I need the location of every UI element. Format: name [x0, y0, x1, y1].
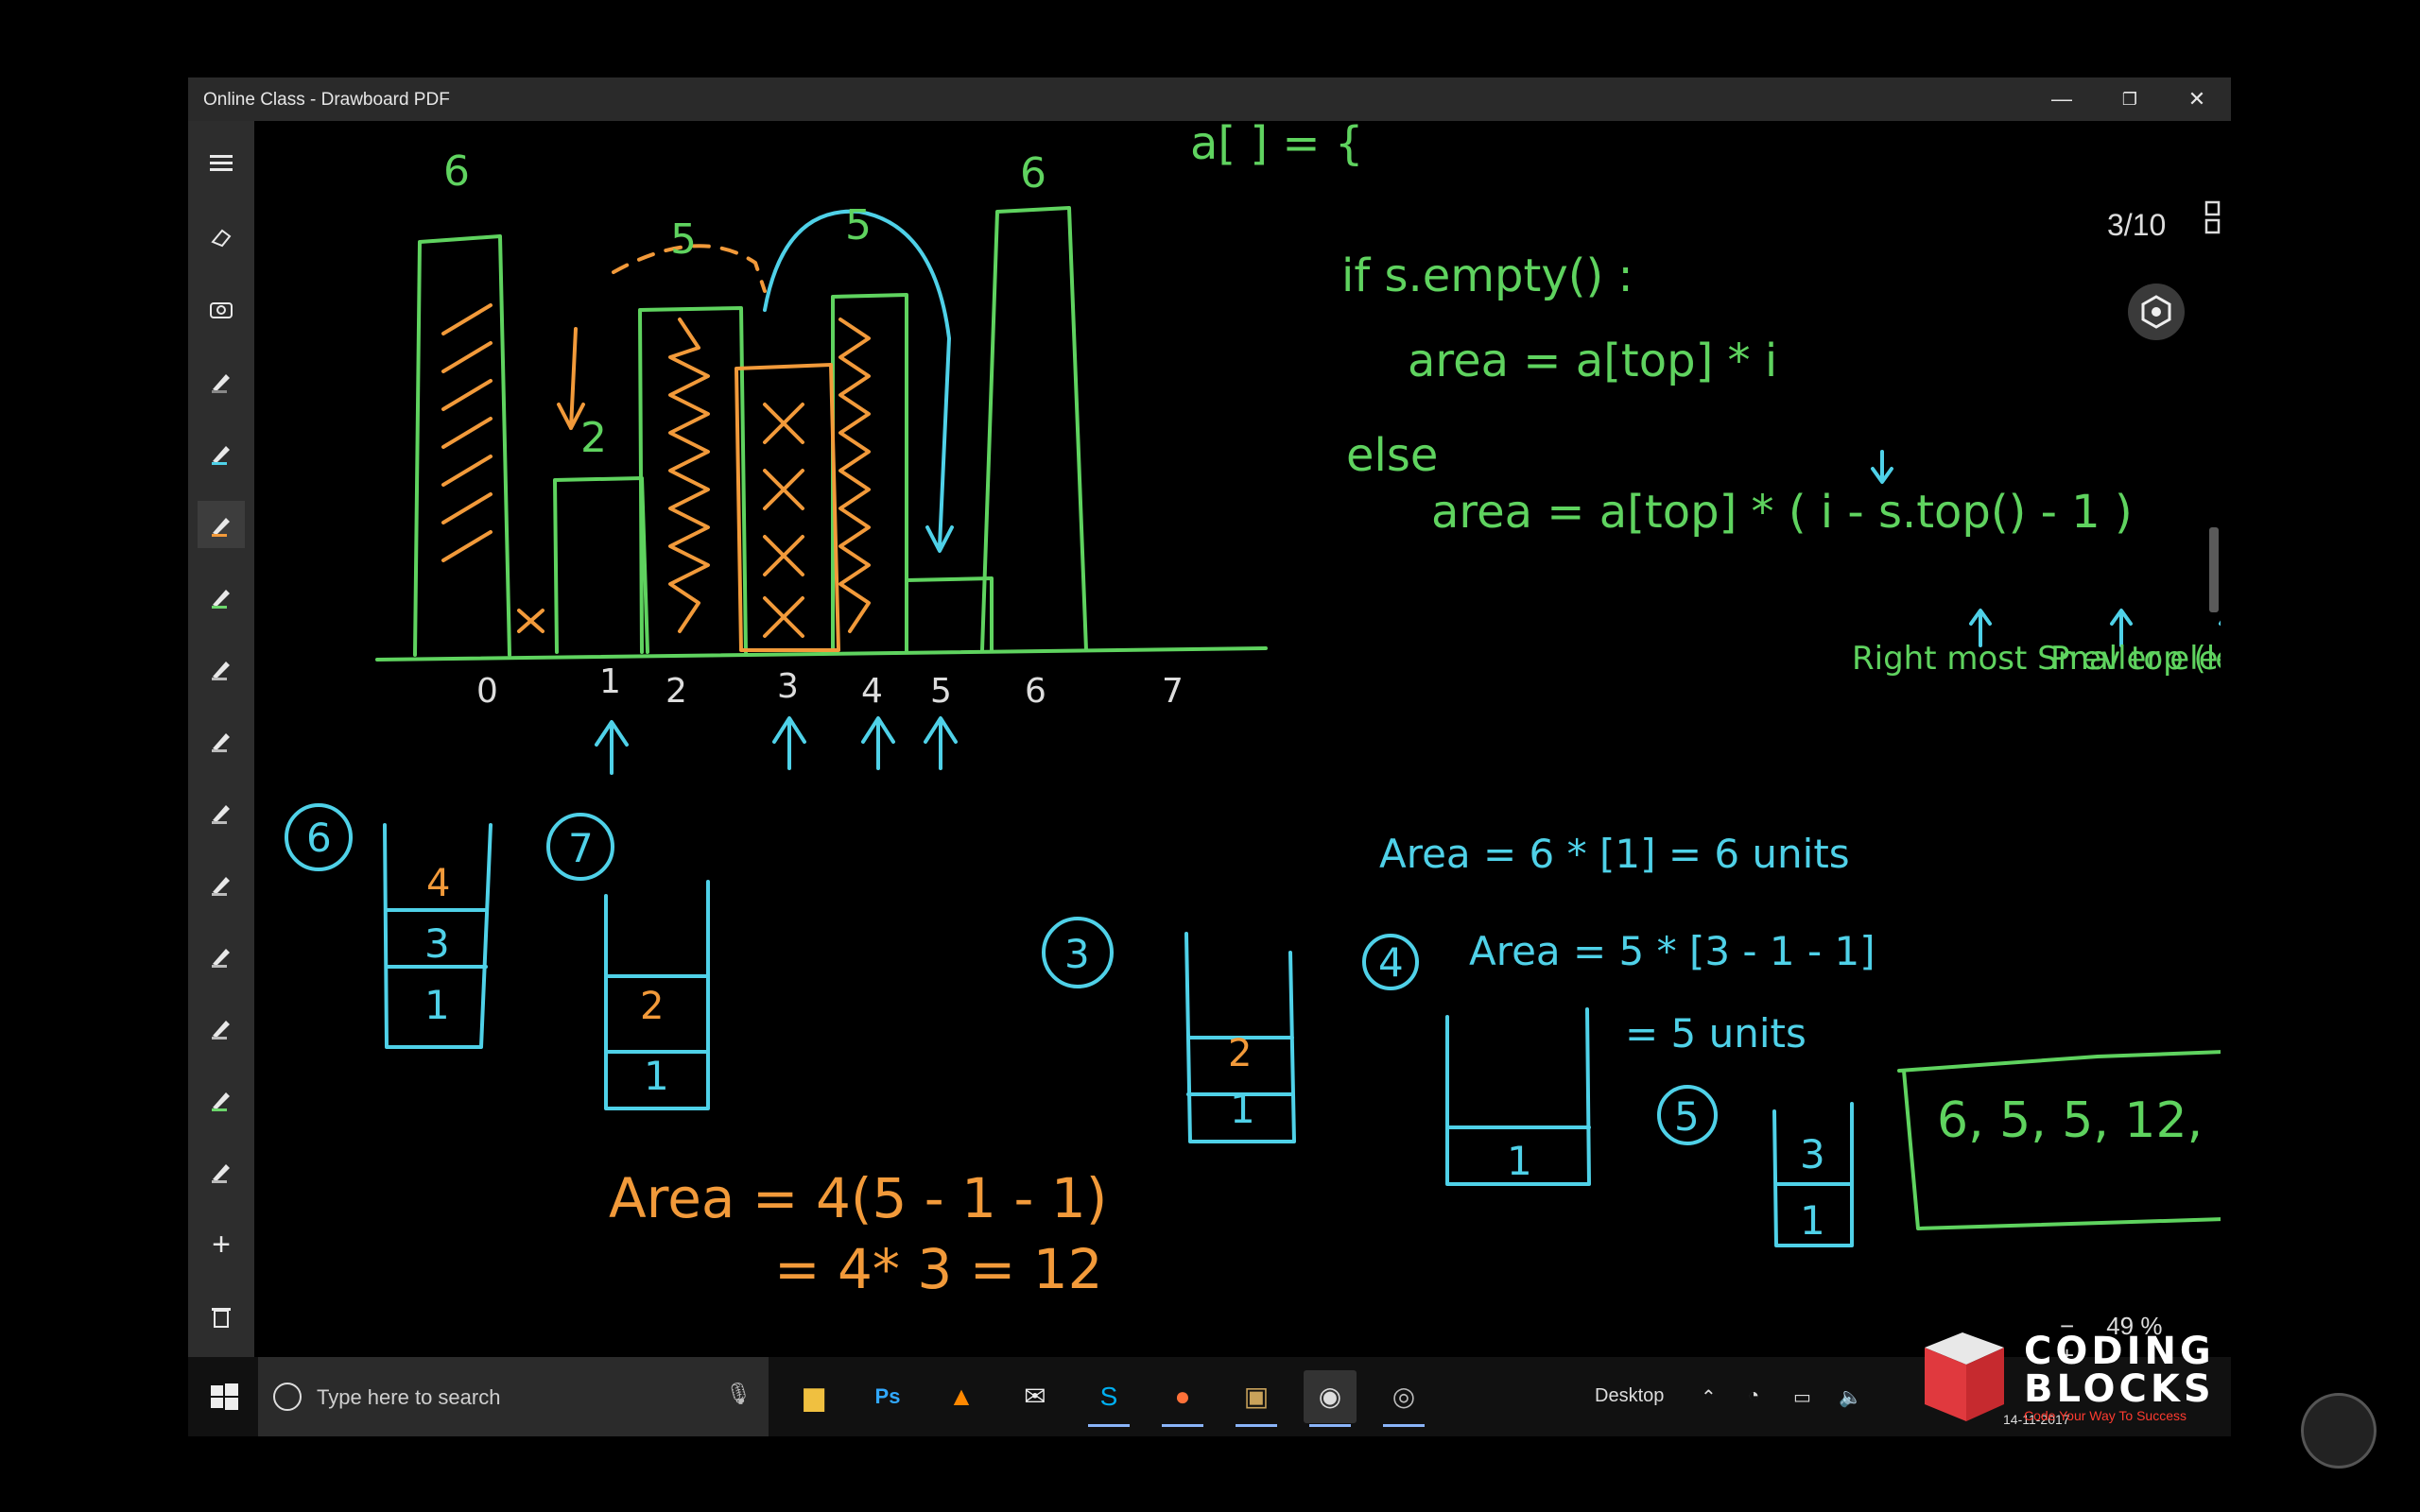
pen-tool-2-icon[interactable]: [198, 429, 245, 476]
stack6-item-3: 1: [424, 982, 450, 1028]
bar-height-1: 2: [580, 414, 607, 462]
pen-tool-6-icon[interactable]: [198, 716, 245, 764]
archive-app-icon[interactable]: ▣: [1230, 1370, 1283, 1427]
pen-tool-9-icon[interactable]: [198, 932, 245, 979]
handwritten-ink: 6 5 5 6 2 0 1 2 3 4 5 6 7 a[ ] = { if s.…: [285, 121, 2221, 1301]
avatar: [2301, 1393, 2377, 1469]
stack7-item-2: 1: [644, 1053, 669, 1099]
whiteboard-canvas[interactable]: 6 5 5 6 2 0 1 2 3 4 5 6 7 a[ ] = { if s.…: [254, 121, 2221, 1406]
microphone-icon[interactable]: 🎙: [725, 1382, 752, 1406]
page-indicator: 3/10: [2107, 208, 2166, 243]
drawboard-app-icon[interactable]: ◉: [1304, 1370, 1357, 1427]
close-button[interactable]: ✕: [2163, 77, 2231, 121]
stack7-item-1: 2: [640, 985, 664, 1028]
window-title: Online Class - Drawboard PDF: [203, 90, 450, 110]
hexagon-gear-icon: [2141, 295, 2171, 329]
if-empty-line: if s.empty() :: [1341, 249, 1634, 302]
pen-tool-3-icon[interactable]: [198, 501, 245, 548]
title-bar: Online Class - Drawboard PDF — ❐ ✕: [188, 77, 2231, 121]
stack5-item-2: 1: [1800, 1197, 1825, 1244]
battery-icon[interactable]: ▭: [1793, 1385, 1811, 1409]
network-icon[interactable]: ◔: [1748, 1385, 1759, 1407]
index-4: 4: [861, 672, 883, 711]
pen-tool-11-icon[interactable]: [198, 1075, 245, 1123]
firefox-icon[interactable]: ●: [1156, 1370, 1209, 1427]
stack5-item-1: 3: [1800, 1131, 1825, 1177]
stack6-item-2: 3: [424, 920, 450, 967]
area-bottom-result: = 4* 3 = 12: [774, 1237, 1103, 1301]
grid-view-icon[interactable]: [2204, 200, 2221, 234]
camera-icon[interactable]: [198, 285, 245, 333]
pen-tool-12-icon[interactable]: [198, 1147, 245, 1194]
index-6: 6: [1025, 672, 1046, 711]
index-7: 7: [1162, 672, 1184, 711]
step-4-label: 4: [1378, 939, 1404, 986]
step-7-label: 7: [568, 825, 594, 871]
add-icon[interactable]: +: [198, 1221, 245, 1268]
logo-tagline: Code Your Way To Success: [2024, 1408, 2187, 1423]
index-5: 5: [930, 672, 952, 711]
restore-button[interactable]: ❐: [2096, 77, 2164, 121]
index-0: 0: [476, 672, 498, 711]
settings-fab-button[interactable]: [2128, 284, 2185, 340]
step-6-label: 6: [306, 815, 332, 861]
index-3: 3: [777, 667, 799, 706]
coding-blocks-cube-logo: [1925, 1332, 2004, 1421]
skype-icon[interactable]: S: [1082, 1370, 1135, 1427]
area-step4: Area = 5 * [3 - 1 - 1]: [1469, 928, 1876, 974]
mail-icon[interactable]: ✉: [1009, 1370, 1062, 1423]
app-window: Online Class - Drawboard PDF — ❐ ✕ + 6 5…: [188, 77, 2231, 1436]
step-3-label: 3: [1064, 931, 1090, 977]
left-toolbar: +: [188, 121, 254, 1406]
coding-blocks-logo-text: CODING BLOCKS: [2024, 1332, 2215, 1408]
eraser-icon[interactable]: [198, 214, 245, 261]
windows-start-icon[interactable]: [205, 1378, 243, 1416]
stack3-item-2: 1: [1230, 1086, 1255, 1132]
stack4-item-1: 1: [1507, 1138, 1532, 1184]
bar-height-6: 6: [1020, 149, 1046, 198]
trash-icon[interactable]: [198, 1293, 245, 1340]
stack3-item-1: 2: [1228, 1032, 1252, 1075]
index-2: 2: [666, 672, 687, 711]
area-main: Area = 6 * [1] = 6 units: [1379, 831, 1850, 877]
bar-height-2: 5: [670, 215, 697, 264]
hamburger-menu-icon[interactable]: [198, 140, 245, 187]
cortana-icon: [273, 1383, 302, 1411]
pen-tool-4-icon[interactable]: [198, 573, 245, 620]
volume-icon[interactable]: 🔈: [1839, 1385, 1862, 1409]
obs-icon[interactable]: ◎: [1377, 1370, 1430, 1427]
bar-height-4: 5: [845, 201, 872, 249]
vertical-scrollbar[interactable]: [2209, 527, 2219, 612]
taskbar-search-box[interactable]: Type here to search 🎙: [258, 1357, 769, 1436]
area-step4-result: = 5 units: [1625, 1010, 1806, 1057]
area-bottom: Area = 4(5 - 1 - 1): [609, 1166, 1107, 1230]
note-prev-top: Prev top (leftmost): [2050, 640, 2221, 678]
array-fragment: a[ ] = {: [1190, 121, 1363, 170]
minimize-button[interactable]: —: [2028, 77, 2096, 121]
result-box-text: 6, 5, 5, 12,: [1937, 1092, 2203, 1149]
search-placeholder: Type here to search: [317, 1385, 501, 1409]
pen-tool-8-icon[interactable]: [198, 860, 245, 907]
page-current: 3: [2107, 208, 2124, 242]
else-keyword: else: [1346, 429, 1438, 482]
chevron-up-icon[interactable]: ⌃: [1701, 1385, 1717, 1409]
pen-tool-10-icon[interactable]: [198, 1004, 245, 1051]
index-1: 1: [599, 662, 621, 701]
step-5-label: 5: [1674, 1093, 1700, 1140]
desktop-toolbar-label[interactable]: Desktop: [1595, 1385, 1664, 1407]
stack6-item-1: 4: [426, 862, 450, 905]
pen-tool-7-icon[interactable]: [198, 788, 245, 835]
logo-line-1: CODING: [2024, 1330, 2215, 1373]
page-separator: /: [2123, 208, 2133, 242]
logo-line-2: BLOCKS: [2024, 1367, 2215, 1411]
file-explorer-icon[interactable]: ▆: [787, 1370, 840, 1423]
bar-height-0: 6: [443, 147, 470, 196]
area-formula-2: area = a[top] * ( i - s.top() - 1 ): [1431, 486, 2133, 539]
area-formula-1: area = a[top] * i: [1408, 335, 1777, 387]
page-total: 10: [2132, 208, 2167, 242]
pen-tool-1-icon[interactable]: [198, 357, 245, 404]
photoshop-icon[interactable]: Ps: [861, 1370, 914, 1423]
pen-tool-5-icon[interactable]: [198, 644, 245, 692]
vlc-icon[interactable]: ▲: [935, 1370, 988, 1423]
